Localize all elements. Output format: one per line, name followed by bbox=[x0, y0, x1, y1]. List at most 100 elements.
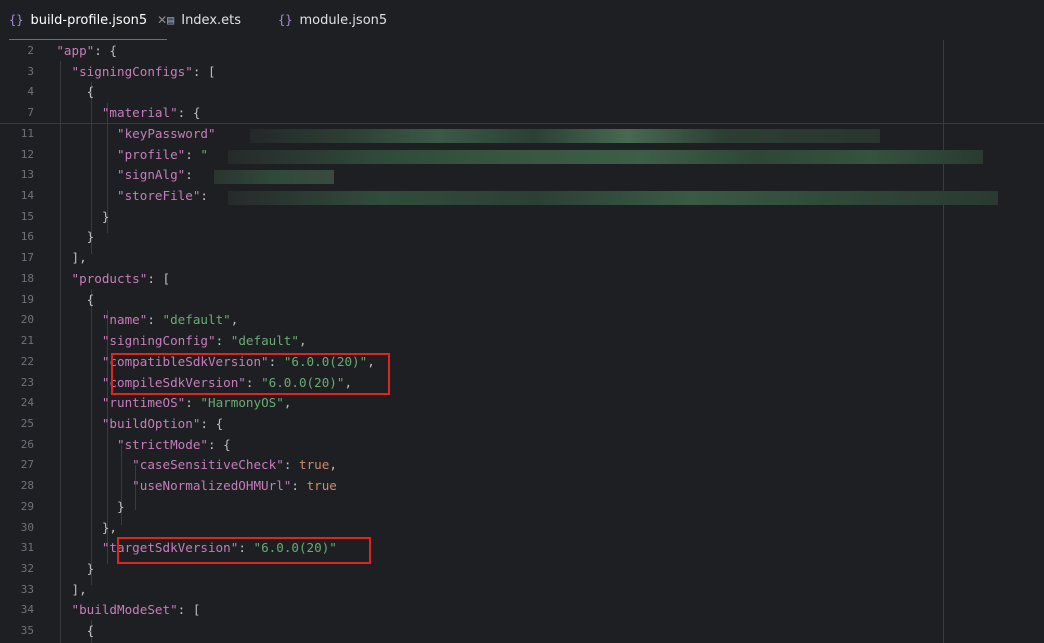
line-number: 11 bbox=[20, 126, 34, 140]
json-punctuation: : { bbox=[177, 105, 201, 121]
code-line[interactable]: "material": { bbox=[26, 103, 201, 124]
json-key: "products" bbox=[71, 270, 148, 286]
json-key: "signAlg" bbox=[117, 167, 186, 183]
line-number: 7 bbox=[27, 106, 34, 120]
json-punctuation: : bbox=[185, 146, 201, 162]
code-line[interactable]: "buildModeSet": [ bbox=[26, 600, 201, 621]
code-line[interactable]: "signingConfig": "default", bbox=[26, 331, 307, 352]
code-line[interactable]: ], bbox=[26, 580, 87, 601]
json-punctuation: , bbox=[283, 395, 292, 411]
json-punctuation bbox=[26, 416, 102, 431]
json-key: "caseSensitiveCheck" bbox=[132, 457, 284, 473]
code-line[interactable]: { bbox=[26, 82, 95, 103]
json-punctuation: }, bbox=[26, 519, 117, 535]
code-line[interactable]: } bbox=[26, 227, 95, 248]
line-number: 14 bbox=[20, 189, 34, 203]
code-line[interactable]: { bbox=[26, 290, 95, 311]
json-punctuation: { bbox=[26, 291, 95, 307]
code-line[interactable]: "caseSensitiveCheck": true, bbox=[26, 455, 337, 476]
line-number: 28 bbox=[20, 479, 34, 493]
json-punctuation: ], bbox=[26, 250, 87, 266]
code-line[interactable]: "storeFile": bbox=[26, 186, 216, 207]
line-number: 29 bbox=[20, 499, 34, 513]
code-editor[interactable]: "app": { "signingConfigs": [ { "material… bbox=[0, 40, 1044, 643]
code-line[interactable]: "signAlg": bbox=[26, 165, 200, 186]
line-number: 32 bbox=[20, 562, 34, 575]
json-punctuation bbox=[26, 167, 117, 182]
code-line[interactable]: "useNormalizedOHMUrl": true bbox=[26, 476, 337, 497]
highlight-box-target-sdk bbox=[117, 537, 371, 564]
code-line[interactable]: "name": "default", bbox=[26, 310, 239, 331]
json-punctuation: { bbox=[26, 84, 95, 100]
tab-label: Index.ets bbox=[181, 12, 242, 28]
json-punctuation bbox=[26, 354, 102, 369]
json-punctuation: : bbox=[291, 478, 307, 494]
json-punctuation: { bbox=[26, 623, 95, 639]
json-key: "useNormalizedOHMUrl" bbox=[132, 478, 292, 494]
json-key: "storeFile" bbox=[117, 188, 201, 204]
json-punctuation: : bbox=[185, 167, 201, 183]
code-line[interactable]: "runtimeOS": "HarmonyOS", bbox=[26, 393, 292, 414]
line-number: 24 bbox=[20, 396, 34, 410]
json-key: "keyPassword" bbox=[117, 125, 216, 141]
code-line[interactable]: { bbox=[26, 621, 95, 642]
json-punctuation bbox=[26, 312, 102, 327]
line-number: 2 bbox=[27, 44, 34, 57]
code-line[interactable]: }, bbox=[26, 518, 117, 539]
json-string: " bbox=[200, 146, 209, 162]
line-number: 15 bbox=[20, 209, 34, 223]
line-number: 13 bbox=[20, 168, 34, 182]
code-line[interactable]: } bbox=[26, 207, 110, 228]
code-line[interactable]: "products": [ bbox=[26, 269, 171, 290]
line-number: 26 bbox=[20, 437, 34, 451]
json-punctuation: , bbox=[329, 457, 337, 473]
json-punctuation: : { bbox=[208, 436, 231, 452]
highlight-box-sdk-versions bbox=[111, 353, 390, 395]
json-punctuation bbox=[26, 375, 102, 390]
close-icon[interactable]: ✕ bbox=[157, 13, 167, 27]
line-number: 33 bbox=[20, 582, 34, 596]
tab-module-json5[interactable]: {} module.json5 bbox=[278, 0, 387, 40]
json-punctuation: : bbox=[200, 188, 216, 204]
json-punctuation bbox=[26, 457, 132, 472]
json-key: "signingConfig" bbox=[101, 333, 216, 349]
line-number: 21 bbox=[20, 334, 34, 348]
json-key: "buildModeSet" bbox=[71, 602, 178, 618]
code-line[interactable]: "buildOption": { bbox=[26, 414, 223, 435]
line-number: 35 bbox=[20, 624, 34, 638]
json-punctuation: } bbox=[26, 208, 110, 224]
line-number: 12 bbox=[20, 147, 34, 161]
json-punctuation bbox=[26, 437, 117, 452]
editor-tab-bar: {} build-profile.json5 ✕ ▤ Index.ets {} … bbox=[0, 0, 1044, 41]
code-line[interactable]: "signingConfigs": [ bbox=[26, 62, 216, 83]
code-line[interactable]: ], bbox=[26, 248, 87, 269]
json-key: "profile" bbox=[117, 146, 186, 162]
code-line[interactable]: } bbox=[26, 497, 125, 518]
code-line[interactable]: "keyPassword" bbox=[26, 124, 216, 145]
json-punctuation bbox=[26, 540, 102, 555]
json-boolean: true bbox=[298, 457, 330, 473]
json-punctuation bbox=[26, 395, 102, 410]
json-string: "default" bbox=[230, 333, 299, 349]
code-line[interactable]: "strictMode": { bbox=[26, 435, 231, 456]
json-punctuation bbox=[26, 333, 102, 348]
json-punctuation: : bbox=[283, 457, 299, 473]
tab-build-profile[interactable]: {} build-profile.json5 ✕ bbox=[9, 0, 168, 41]
json-punctuation: : { bbox=[94, 43, 118, 58]
json-punctuation: ], bbox=[26, 581, 87, 597]
json-punctuation bbox=[26, 126, 117, 141]
code-line[interactable]: "profile": " bbox=[26, 145, 208, 166]
json-string: "default" bbox=[162, 312, 231, 328]
ets-file-icon: ▤ bbox=[167, 13, 175, 27]
json-punctuation bbox=[26, 105, 102, 120]
json-string: "HarmonyOS" bbox=[200, 395, 284, 411]
json-punctuation: } bbox=[26, 229, 95, 245]
json-punctuation bbox=[26, 188, 117, 203]
json-punctuation: } bbox=[26, 498, 125, 514]
tab-index-ets[interactable]: ▤ Index.ets bbox=[167, 0, 241, 40]
code-line[interactable]: } bbox=[26, 559, 95, 580]
line-number: 19 bbox=[20, 292, 34, 306]
line-number: 4 bbox=[27, 85, 34, 99]
json-key: "app" bbox=[56, 43, 95, 58]
code-line[interactable]: "app": { bbox=[26, 41, 117, 62]
